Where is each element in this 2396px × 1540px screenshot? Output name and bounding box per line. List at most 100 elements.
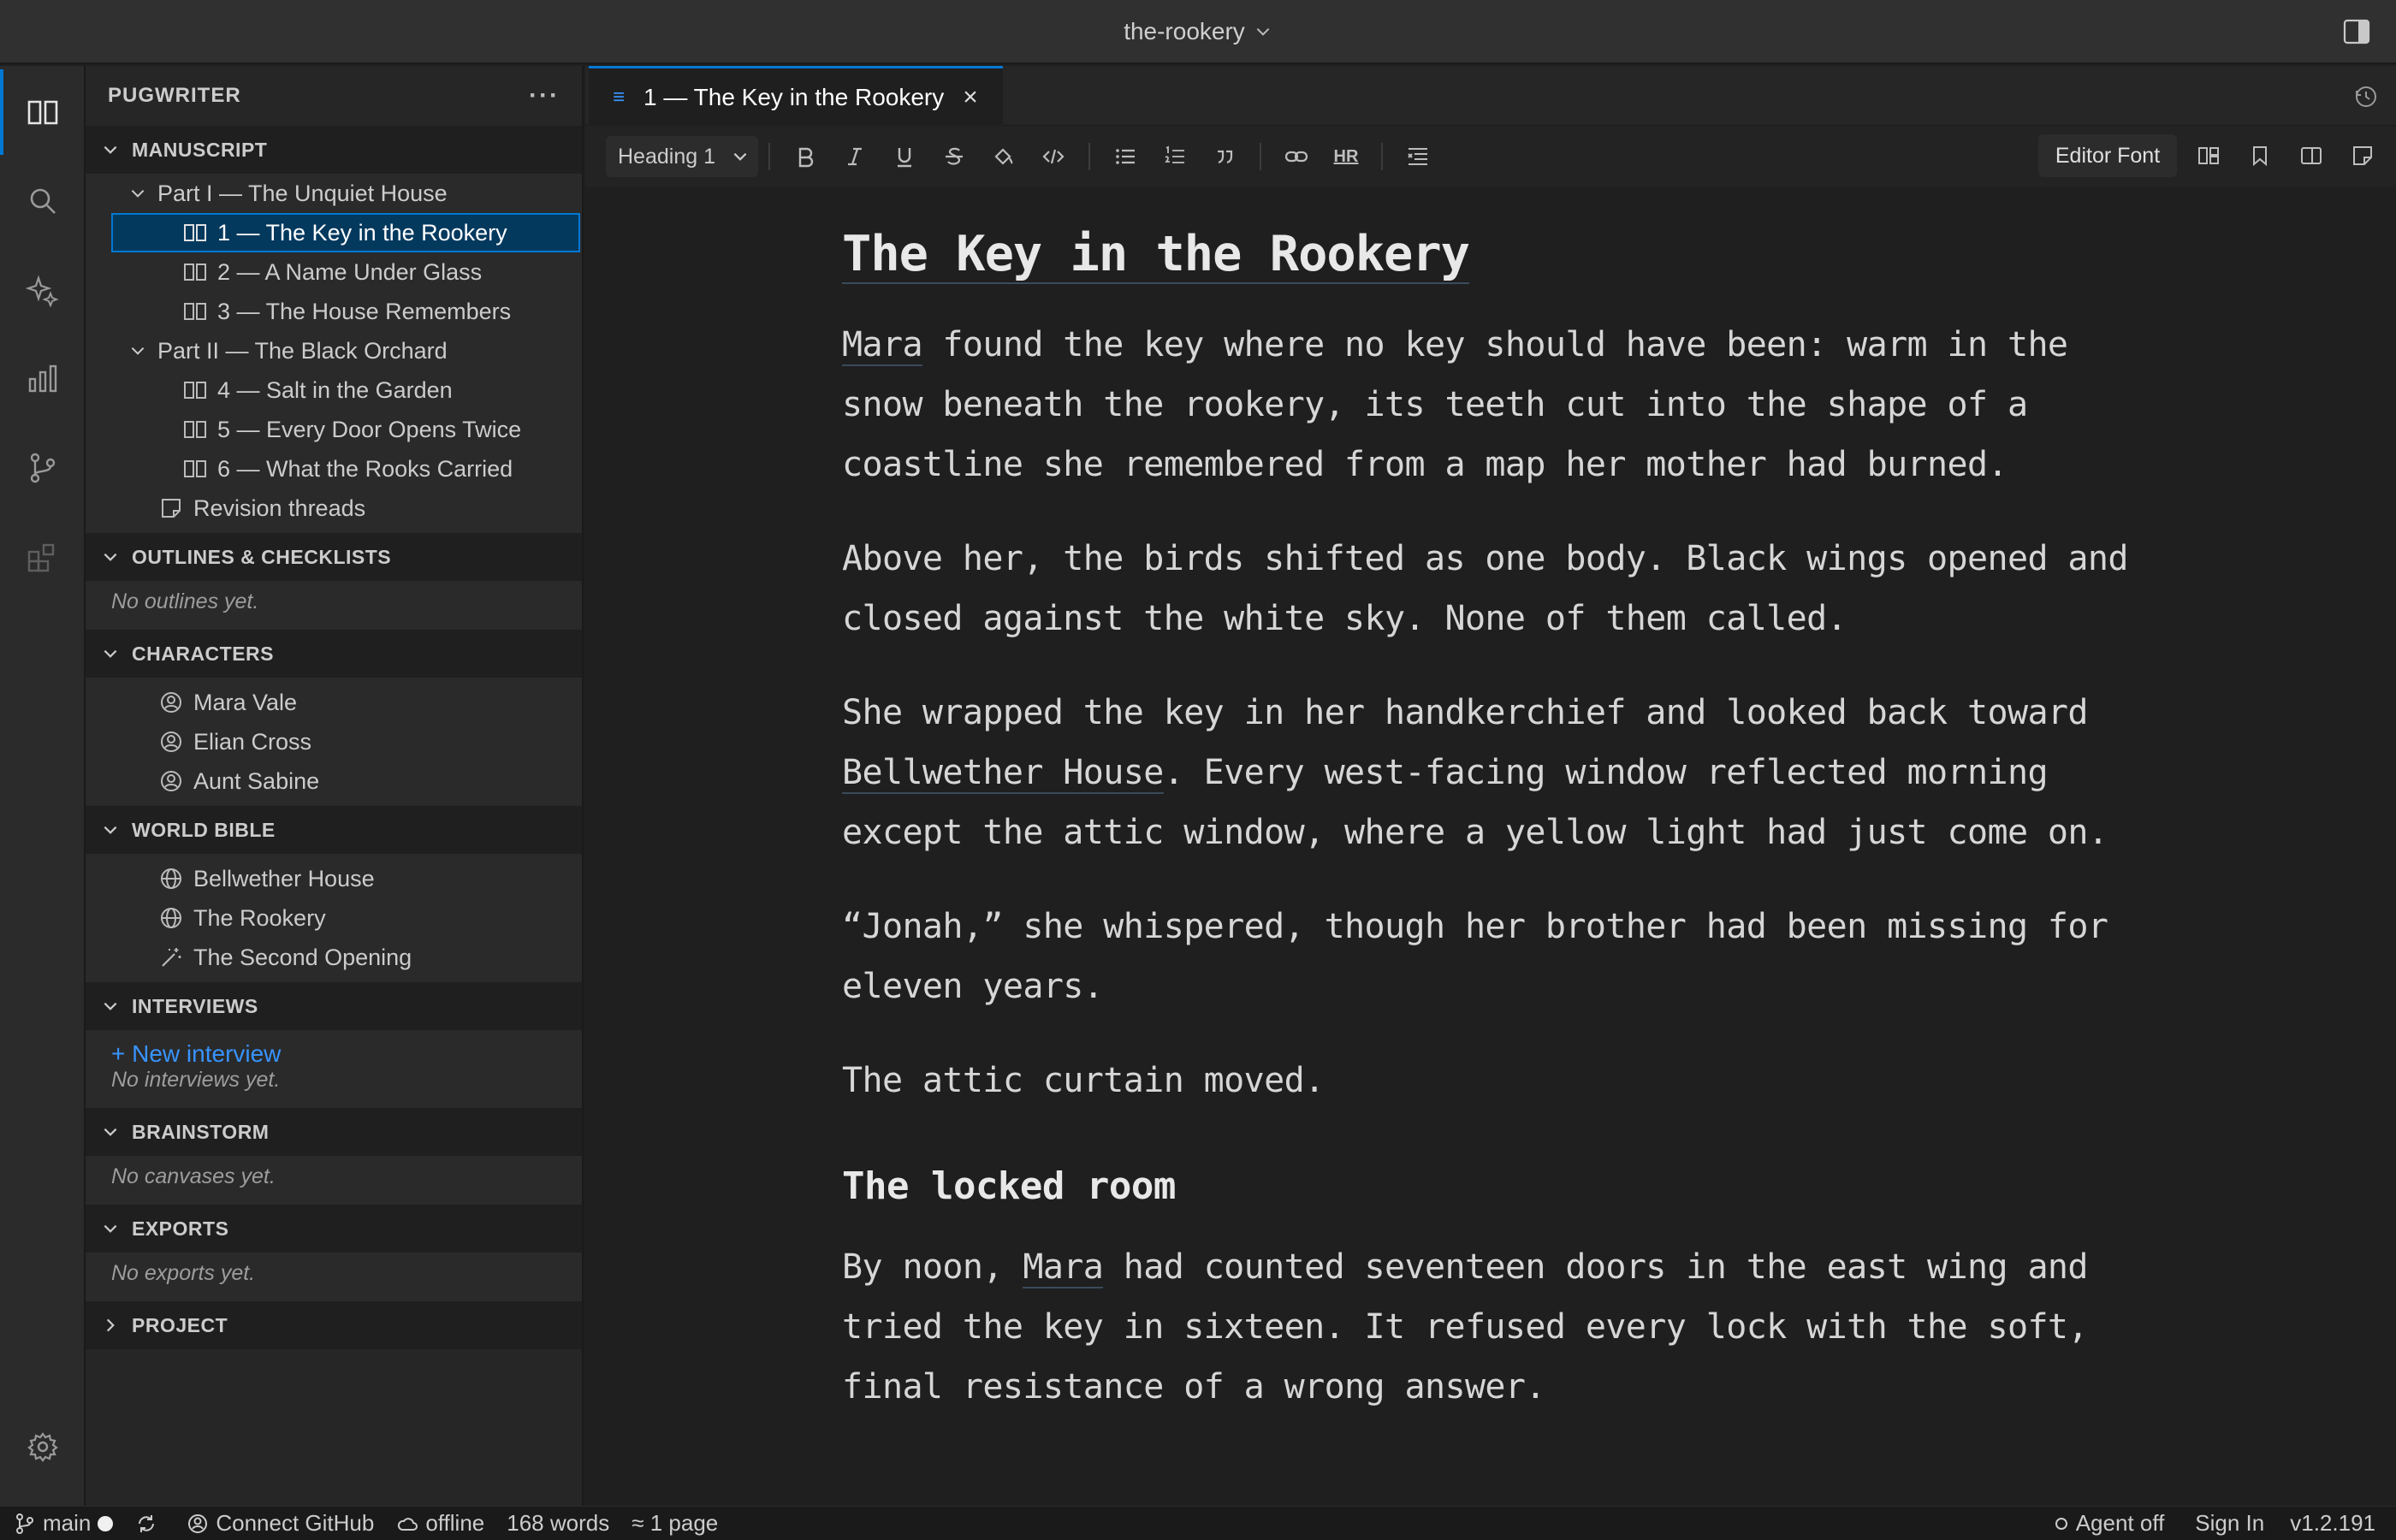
tree-part-1[interactable]: Part I — The Unquiet House xyxy=(86,174,582,213)
horizontal-rule-button[interactable]: HR xyxy=(1321,136,1371,177)
italic-button[interactable] xyxy=(830,136,880,177)
style-value: Heading 1 xyxy=(618,144,715,169)
extensions-icon[interactable] xyxy=(22,536,63,578)
tree-revision-threads[interactable]: Revision threads xyxy=(86,489,582,528)
page-count[interactable]: ≈ 1 page xyxy=(632,1510,718,1537)
new-interview-link[interactable]: + New interview xyxy=(86,1032,582,1068)
blockquote-button[interactable] xyxy=(1200,136,1249,177)
tree-chapter-2[interactable]: 2 — A Name Under Glass xyxy=(86,252,582,292)
sync-button[interactable] xyxy=(135,1513,164,1535)
book-icon xyxy=(184,264,206,281)
github-label: Connect GitHub xyxy=(216,1510,375,1536)
manuscript-book-icon[interactable] xyxy=(22,92,63,133)
status-bar: main Connect GitHub offline 168 words ≈ … xyxy=(0,1506,2396,1540)
version-label: v1.2.191 xyxy=(2290,1510,2375,1536)
tree-part-2[interactable]: Part II — The Black Orchard xyxy=(86,331,582,370)
layout-button[interactable] xyxy=(2189,136,2228,175)
stats-chart-icon[interactable] xyxy=(22,358,63,400)
linked-place[interactable]: Bellwether House xyxy=(842,753,1164,794)
globe-icon xyxy=(161,908,181,928)
bullet-list-button[interactable] xyxy=(1100,136,1150,177)
paragraph-6: By noon, Mara had counted seventeen door… xyxy=(842,1237,2143,1417)
sparkle-icon[interactable] xyxy=(22,270,63,311)
outlines-body: No outlines yet. xyxy=(86,581,582,630)
search-icon[interactable] xyxy=(22,181,63,222)
person-icon xyxy=(161,732,181,752)
character-item[interactable]: Mara Vale xyxy=(86,683,582,722)
bullet-list-icon xyxy=(1116,149,1135,164)
sign-in-button[interactable]: Sign In xyxy=(2195,1510,2264,1537)
linked-name[interactable]: Mara xyxy=(1023,1247,1104,1288)
clear-format-button[interactable] xyxy=(1393,136,1443,177)
split-view-icon xyxy=(2301,147,2322,164)
linked-name[interactable]: Mara xyxy=(842,325,923,366)
tab-chapter-1[interactable]: ≡ 1 — The Key in the Rookery × xyxy=(589,66,1003,126)
manuscript-tree: Part I — The Unquiet House 1 — The Key i… xyxy=(86,174,582,533)
world-item[interactable]: The Second Opening xyxy=(86,938,582,977)
chevron-down-icon xyxy=(104,1224,117,1233)
person-icon xyxy=(161,771,181,791)
tree-chapter-4[interactable]: 4 — Salt in the Garden xyxy=(86,370,582,410)
workspace-switcher[interactable]: the-rookery xyxy=(1124,18,1272,45)
tree-chapter-1[interactable]: 1 — The Key in the Rookery xyxy=(111,213,580,252)
empty-interviews: No interviews yet. xyxy=(111,1068,281,1092)
section-label: EXPORTS xyxy=(132,1217,229,1240)
bold-button[interactable] xyxy=(780,136,830,177)
character-item[interactable]: Elian Cross xyxy=(86,722,582,761)
paragraph-2: Above her, the birds shifted as one body… xyxy=(842,539,2128,638)
world-item-label: The Rookery xyxy=(193,904,326,931)
link-button[interactable] xyxy=(1272,136,1321,177)
status-right: Agent off Sign In v1.2.191 xyxy=(2025,1510,2396,1537)
characters-list: Mara Vale Elian Cross Aunt Sabine xyxy=(86,678,582,806)
section-manuscript[interactable]: MANUSCRIPT xyxy=(86,126,582,174)
source-control-icon[interactable] xyxy=(22,447,63,489)
empty-brainstorm: No canvases yet. xyxy=(111,1164,276,1188)
notes-button[interactable] xyxy=(2343,136,2382,175)
toggle-panel-icon[interactable] xyxy=(2343,19,2370,44)
section-characters[interactable]: CHARACTERS xyxy=(86,630,582,678)
highlight-button[interactable] xyxy=(979,136,1029,177)
section-brainstorm[interactable]: BRAINSTORM xyxy=(86,1108,582,1156)
tree-chapter-6[interactable]: 6 — What the Rooks Carried xyxy=(86,449,582,489)
book-icon xyxy=(184,303,206,320)
settings-gear-icon[interactable] xyxy=(22,1426,63,1467)
document-body[interactable]: The Key in the Rookery Mara found the ke… xyxy=(842,190,2143,1417)
character-name: Elian Cross xyxy=(193,728,312,755)
editor-font-button[interactable]: Editor Font xyxy=(2038,134,2177,177)
strikethrough-icon xyxy=(946,147,963,165)
section-interviews[interactable]: INTERVIEWS xyxy=(86,982,582,1030)
world-item[interactable]: The Rookery xyxy=(86,898,582,938)
tree-chapter-3[interactable]: 3 — The House Remembers xyxy=(86,292,582,331)
underline-button[interactable] xyxy=(880,136,929,177)
agent-status[interactable]: Agent off xyxy=(2055,1510,2164,1537)
bold-icon xyxy=(798,147,814,168)
chapter-label: 4 — Salt in the Garden xyxy=(217,376,453,403)
code-button[interactable] xyxy=(1029,136,1078,177)
tree-chapter-5[interactable]: 5 — Every Door Opens Twice xyxy=(86,410,582,449)
close-tab-icon[interactable]: × xyxy=(963,83,978,112)
link-icon xyxy=(1284,151,1308,163)
numbered-list-button[interactable] xyxy=(1150,136,1200,177)
sidebar: PUGWRITER ··· MANUSCRIPT Part I — The Un… xyxy=(86,66,584,1506)
connect-github[interactable]: Connect GitHub xyxy=(187,1510,374,1537)
history-clock-icon[interactable] xyxy=(2352,83,2379,110)
paragraph-style-select[interactable]: Heading 1 xyxy=(606,136,758,177)
section-world-bible[interactable]: WORLD BIBLE xyxy=(86,806,582,854)
branch-status[interactable]: main xyxy=(14,1510,114,1537)
paragraph-5: The attic curtain moved. xyxy=(842,1061,1325,1100)
chapter-label: 6 — What the Rooks Carried xyxy=(217,455,513,482)
world-item[interactable]: Bellwether House xyxy=(86,859,582,898)
section-exports[interactable]: EXPORTS xyxy=(86,1205,582,1253)
network-status[interactable]: offline xyxy=(396,1510,484,1537)
person-icon xyxy=(161,692,181,713)
exports-body: No exports yet. xyxy=(86,1253,582,1301)
character-item[interactable]: Aunt Sabine xyxy=(86,761,582,801)
strikethrough-button[interactable] xyxy=(929,136,979,177)
word-count[interactable]: 168 words xyxy=(507,1510,609,1537)
section-project[interactable]: PROJECT xyxy=(86,1301,582,1349)
section-outlines[interactable]: OUTLINES & CHECKLISTS xyxy=(86,533,582,581)
chapter-label: 2 — A Name Under Glass xyxy=(217,258,483,285)
bookmark-button[interactable] xyxy=(2240,136,2280,175)
more-actions-icon[interactable]: ··· xyxy=(529,81,560,110)
split-view-button[interactable] xyxy=(2292,136,2331,175)
